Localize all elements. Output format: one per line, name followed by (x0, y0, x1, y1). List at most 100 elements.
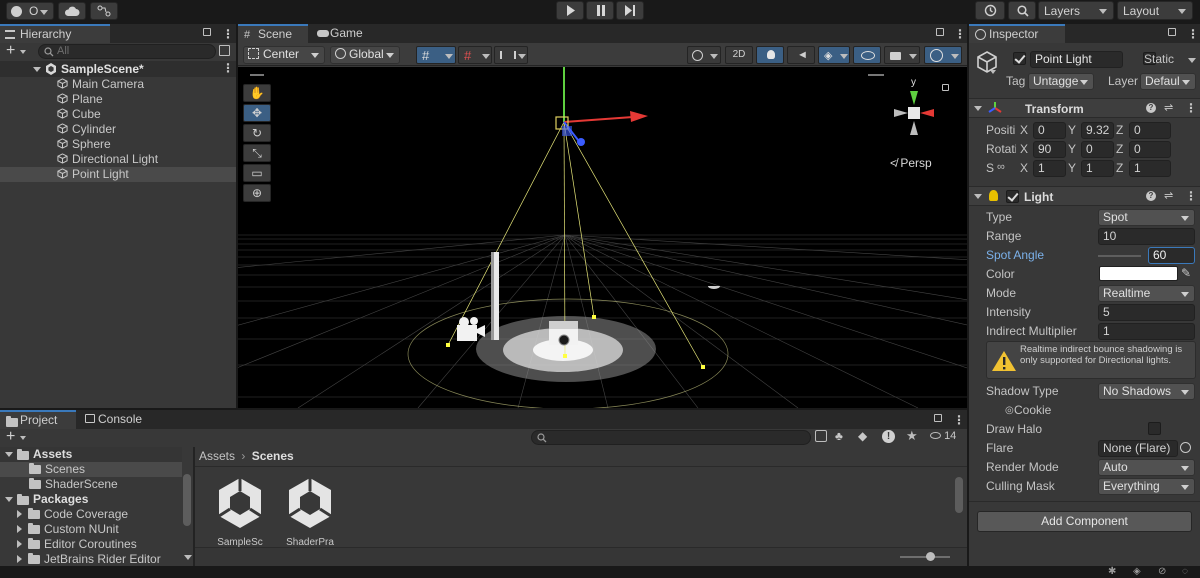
hierarchy-add-button[interactable]: + (4, 42, 30, 60)
transform-scale-z-field[interactable]: 1 (1129, 160, 1171, 177)
snap-settings-button[interactable] (494, 46, 528, 64)
collab-button[interactable] (90, 2, 118, 20)
tree-item-folder[interactable]: Scenes (0, 462, 182, 477)
tree-item-package[interactable]: Code Coverage (0, 507, 182, 522)
hierarchy-item[interactable]: Main Camera (0, 77, 236, 92)
cloud-button[interactable] (58, 2, 86, 20)
step-button[interactable] (616, 1, 644, 20)
add-component-button[interactable]: Add Component (977, 511, 1192, 532)
layers-dropdown[interactable]: Layers (1038, 1, 1114, 20)
scale-tool[interactable]: ⤡ (243, 144, 271, 162)
expand-arrow-icon[interactable] (974, 106, 982, 111)
tree-item-packages[interactable]: Packages (0, 492, 182, 507)
tree-item-package[interactable]: JetBrains Rider Editor (0, 552, 182, 567)
camera-settings-dropdown[interactable] (884, 46, 920, 64)
orientation-gizmo[interactable]: y (888, 77, 950, 155)
tree-scrollbar[interactable] (183, 474, 191, 526)
light-type-dropdown[interactable]: Spot (1098, 209, 1195, 226)
transform-scale-y-field[interactable]: 1 (1081, 160, 1114, 177)
hierarchy-item[interactable]: Sphere (0, 137, 236, 152)
tree-item-package[interactable]: Editor Coroutines (0, 537, 182, 552)
shadow-type-dropdown[interactable]: No Shadows (1098, 383, 1195, 400)
gizmos-dropdown[interactable] (924, 46, 962, 64)
slider-handle[interactable] (926, 552, 935, 561)
pause-button[interactable] (586, 1, 614, 20)
tab-project[interactable]: Project (0, 410, 76, 429)
preset-icon[interactable]: ⇌ (1164, 189, 1173, 202)
search-by-type-icon[interactable] (219, 45, 230, 56)
transform-rotation-y-field[interactable]: 0 (1081, 141, 1114, 158)
transform-position-y-field[interactable]: 9.32 (1081, 122, 1114, 139)
help-icon[interactable]: ? (1146, 103, 1156, 113)
breadcrumb-scenes[interactable]: Scenes (252, 449, 294, 463)
expand-arrow-icon[interactable] (17, 555, 22, 563)
account-dropdown[interactable]: O (6, 2, 54, 20)
chevron-down-icon[interactable] (990, 70, 996, 74)
transform-tool[interactable]: ⊕ (243, 184, 271, 202)
tab-game[interactable]: Game (310, 24, 380, 43)
audio-toggle[interactable]: ◄ (787, 46, 815, 64)
lock-icon[interactable] (203, 28, 211, 36)
object-name-field[interactable]: Point Light (1030, 51, 1123, 68)
expand-arrow-icon[interactable] (17, 540, 22, 548)
scroll-down-arrow-icon[interactable] (184, 555, 192, 560)
draw-halo-checkbox[interactable] (1148, 422, 1162, 435)
icon-size-slider[interactable] (900, 552, 950, 561)
lock-icon[interactable] (1168, 28, 1176, 36)
help-icon[interactable]: ? (1146, 191, 1156, 201)
expand-arrow-icon[interactable] (5, 452, 13, 457)
kebab-menu-icon[interactable]: ⋮ (1185, 189, 1197, 203)
cache-layers-icon[interactable]: ◈ (1133, 566, 1141, 578)
spot-angle-slider[interactable] (1098, 255, 1141, 257)
preset-icon[interactable]: ⇌ (1164, 101, 1173, 114)
space-dropdown[interactable]: Global (330, 46, 400, 64)
lock-icon[interactable] (934, 414, 942, 422)
move-tool[interactable]: ✥ (243, 104, 271, 122)
tree-item-folder[interactable]: ShaderScene (0, 477, 182, 492)
active-checkbox[interactable] (1013, 52, 1026, 65)
transform-header[interactable]: Transform ? ⇌ ⋮ (969, 98, 1200, 118)
indirect-multiplier-field[interactable]: 1 (1098, 323, 1195, 340)
filter-type-icon[interactable]: ♣ (835, 429, 843, 443)
hierarchy-item[interactable]: Plane (0, 92, 236, 107)
kebab-menu-icon[interactable]: ⋮ (1185, 101, 1197, 115)
transform-rotation-z-field[interactable]: 0 (1129, 141, 1171, 158)
tab-console[interactable]: Console (78, 410, 158, 429)
expand-arrow-icon[interactable] (974, 194, 982, 199)
hidden-packages-toggle[interactable]: 14 (930, 430, 964, 445)
chevron-down-icon[interactable] (1188, 58, 1196, 63)
play-button[interactable] (556, 1, 584, 20)
kebab-menu-icon[interactable]: ⋮ (953, 413, 965, 427)
eyedropper-icon[interactable]: ✎ (1181, 266, 1191, 280)
transform-position-z-field[interactable]: 0 (1129, 122, 1171, 139)
hierarchy-item[interactable]: Point Light (0, 167, 236, 182)
debug-bug-icon[interactable]: ✱ (1108, 566, 1116, 578)
project-search-input[interactable] (531, 430, 811, 445)
transform-rotation-x-field[interactable]: 90 (1033, 141, 1066, 158)
light-enabled-checkbox[interactable] (1006, 190, 1019, 203)
lock-icon[interactable] (936, 28, 944, 36)
breadcrumb-assets[interactable]: Assets (199, 449, 235, 463)
range-field[interactable]: 10 (1098, 228, 1195, 245)
mode-dropdown[interactable]: Realtime (1098, 285, 1195, 302)
render-mode-dropdown[interactable]: Auto (1098, 459, 1195, 476)
tree-item-package[interactable]: Custom NUnit (0, 522, 182, 537)
tab-scene[interactable]: # Scene (238, 24, 308, 43)
tag-dropdown[interactable]: Untagge (1028, 73, 1094, 90)
spot-angle-field[interactable]: 60 (1148, 247, 1195, 264)
asset-item[interactable]: ShaderPra (279, 475, 341, 548)
network-icon[interactable]: ⊘ (1158, 566, 1166, 578)
light-header[interactable]: Light ? ⇌ ⋮ (969, 186, 1200, 206)
scene-viewport[interactable]: ✋ ✥ ↻ ⤡ ▭ ⊕ y ≮ Persp (238, 67, 967, 408)
expand-arrow-icon[interactable] (5, 497, 13, 502)
object-picker-icon[interactable] (1180, 442, 1191, 453)
tab-hierarchy[interactable]: Hierarchy (0, 24, 110, 43)
asset-item[interactable]: SampleSc (209, 475, 271, 548)
kebab-menu-icon[interactable]: ⋮ (222, 27, 234, 41)
hierarchy-item[interactable]: Cylinder (0, 122, 236, 137)
filter-label-icon[interactable]: ◆ (858, 429, 867, 443)
favorite-star-icon[interactable]: ★ (906, 428, 918, 444)
expand-arrow-icon[interactable] (17, 525, 22, 533)
search-button[interactable] (1008, 1, 1036, 20)
hierarchy-search-input[interactable]: All (38, 44, 216, 59)
